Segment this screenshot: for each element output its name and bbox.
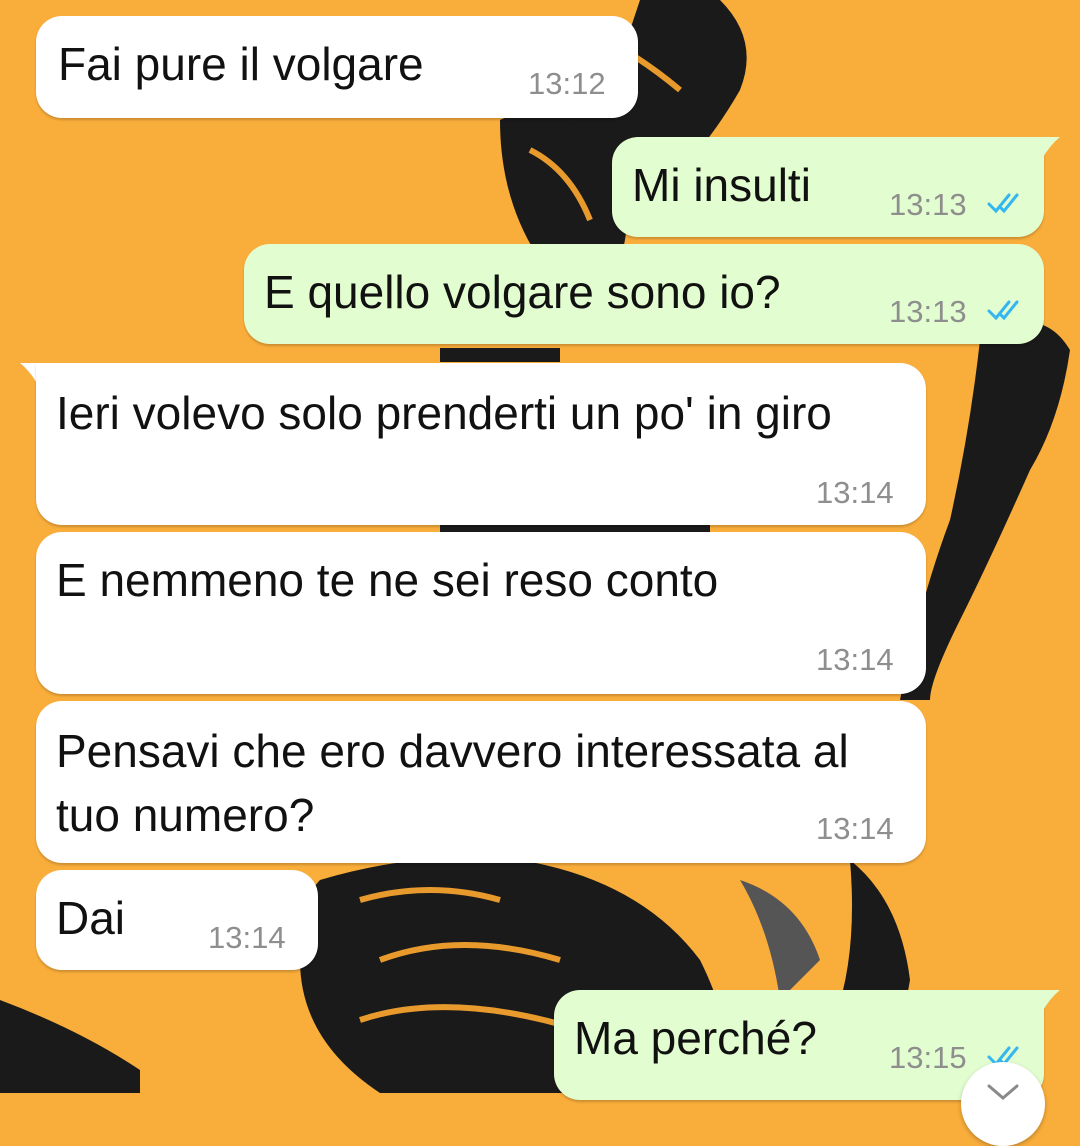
message-text: Ma perché? xyxy=(574,1012,817,1064)
message-timestamp: 13:12 xyxy=(528,66,606,101)
scroll-to-bottom-button[interactable] xyxy=(961,1062,1045,1146)
message-text: E nemmeno te ne sei reso conto xyxy=(56,554,719,606)
message-text: Mi insulti xyxy=(632,159,811,211)
message-text: Pensavi che ero davvero interessata al t… xyxy=(56,725,862,841)
message-bubble-incoming[interactable]: Dai 13:14 xyxy=(36,870,318,970)
message-text: E quello volgare sono io? xyxy=(264,266,781,318)
chevron-down-icon xyxy=(987,1084,1019,1100)
read-receipt-icon xyxy=(987,300,1019,321)
message-text: Fai pure il volgare xyxy=(58,38,424,90)
message-bubble-incoming[interactable]: Fai pure il volgare 13:12 xyxy=(36,16,638,118)
message-timestamp: 13:14 xyxy=(208,920,286,955)
message-timestamp: 13:15 xyxy=(889,1040,967,1075)
message-text: Dai xyxy=(56,892,126,944)
bubble-tail xyxy=(1040,990,1060,1012)
message-timestamp: 13:13 xyxy=(889,294,967,329)
message-bubble-incoming[interactable]: E nemmeno te ne sei reso conto 13:14 xyxy=(36,532,926,694)
message-bubble-outgoing[interactable]: E quello volgare sono io? 13:13 xyxy=(244,244,1044,344)
message-text: Ieri volevo solo prenderti un po' in gir… xyxy=(56,387,832,439)
message-bubble-incoming[interactable]: Pensavi che ero davvero interessata al t… xyxy=(36,701,926,863)
bubble-tail xyxy=(1040,137,1060,159)
message-timestamp: 13:14 xyxy=(816,475,894,510)
message-bubble-incoming[interactable]: Ieri volevo solo prenderti un po' in gir… xyxy=(36,363,926,525)
message-timestamp: 13:13 xyxy=(889,187,967,222)
message-timestamp: 13:14 xyxy=(816,642,894,677)
read-receipt-icon xyxy=(987,193,1019,214)
message-bubble-outgoing[interactable]: Mi insulti 13:13 xyxy=(612,137,1044,237)
message-timestamp: 13:14 xyxy=(816,811,894,846)
